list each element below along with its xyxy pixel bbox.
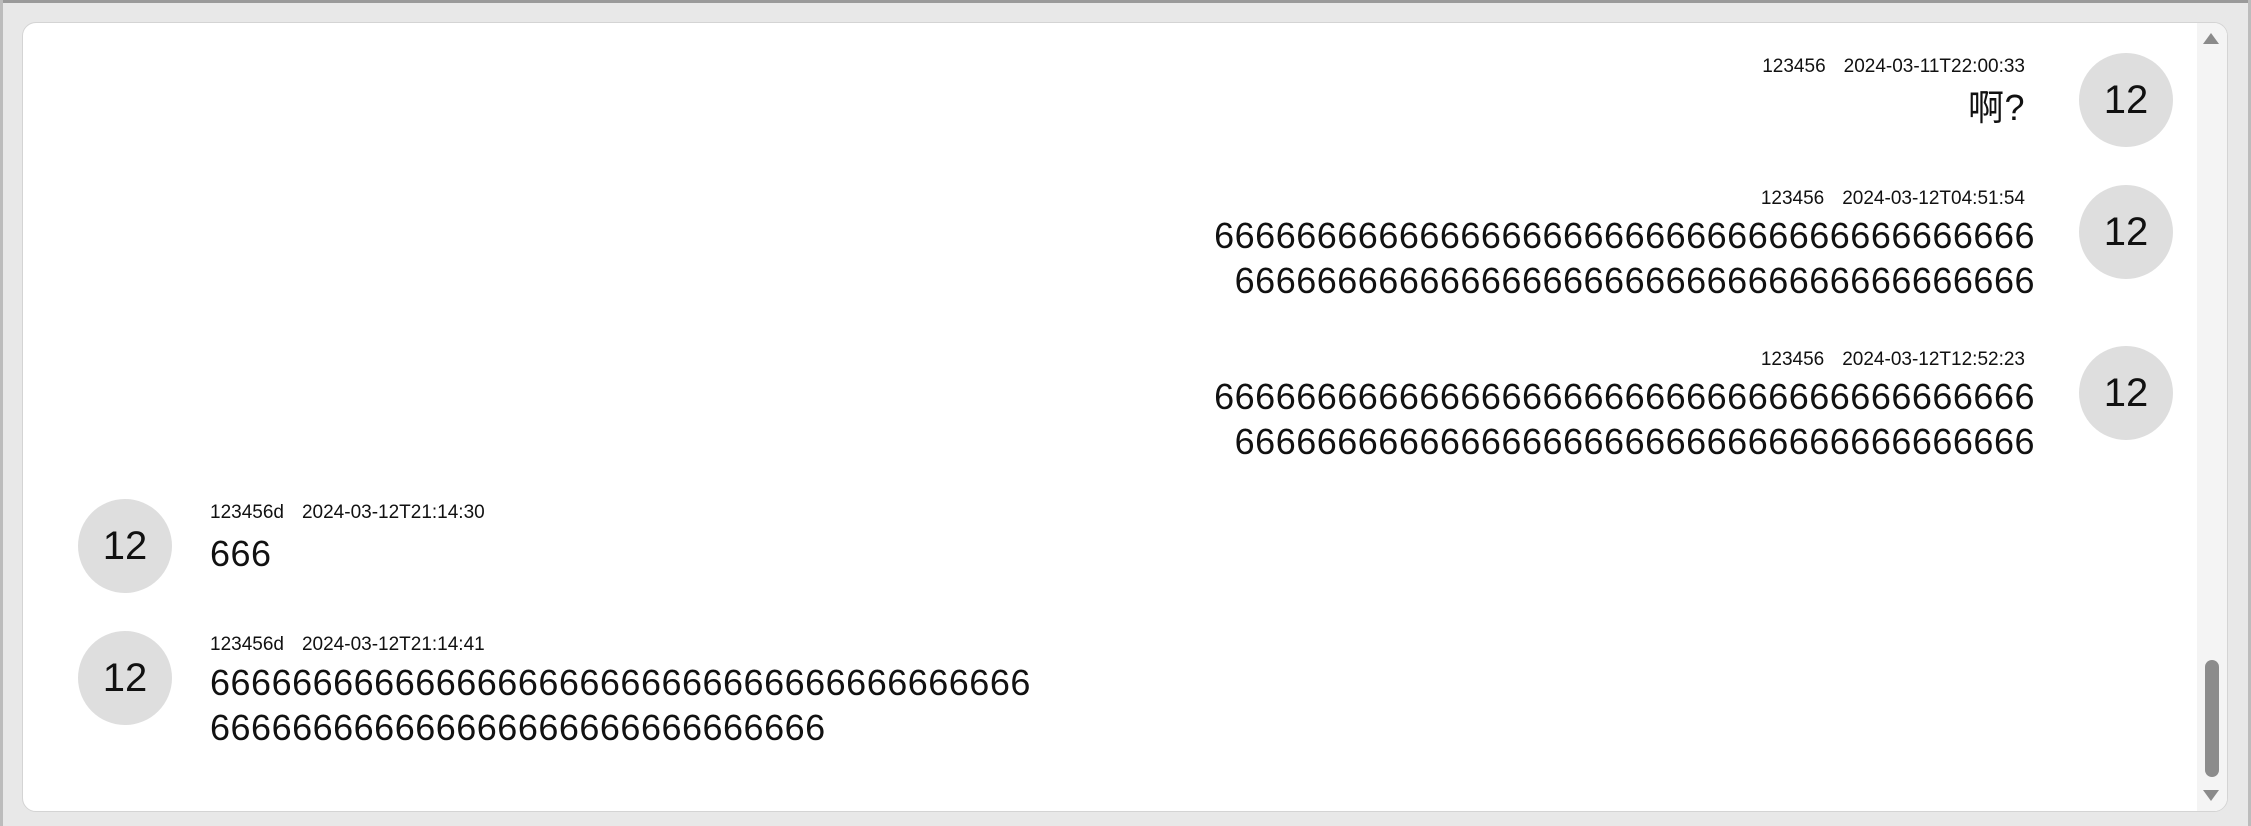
message-meta: 123456 2024-03-12T04:51:54 [1761,188,2025,210]
message-line: 啊? [1967,87,2025,128]
message-meta: 123456 2024-03-12T12:52:23 [1761,349,2025,371]
avatar[interactable]: 12 [78,631,172,725]
avatar[interactable]: 12 [78,499,172,593]
message-meta: 123456d 2024-03-12T21:14:30 [210,502,485,524]
message-timestamp: 2024-03-11T22:00:33 [1843,56,2025,77]
window-left-border [0,0,3,826]
message-line: 6666666666666666666666666666666666666666 [210,662,1031,703]
chat-message: 12 123456 2024-03-12T12:52:23 66666666666… [1123,336,2173,466]
chat-message: 12 123456 2024-03-12T04:51:54 66666666666… [1123,175,2173,305]
chat-message-panel[interactable]: 12 123456 2024-03-11T22:00:33 啊? 12 12345… [22,22,2228,812]
message-text: 6666666666666666666666666666666666666666… [1214,374,2035,464]
chat-message: 12 123456 2024-03-11T22:00:33 啊? [1123,43,2173,147]
message-line: 6666666666666666666666666666666666666666 [1214,376,2035,417]
message-line: 666666666666666666666666666666 [210,707,826,748]
message-username: 123456d [210,634,284,655]
message-text: 666 [210,531,272,576]
chat-message: 12 123456d 2024-03-12T21:14:41 6666666666… [78,631,1178,761]
message-meta: 123456d 2024-03-12T21:14:41 [210,634,485,656]
message-username: 123456 [1762,56,1826,77]
message-line: 666666666666666666666666666666666666666 [1234,421,2035,462]
message-timestamp: 2024-03-12T21:14:41 [301,634,485,655]
vertical-scrollbar[interactable] [2197,23,2227,811]
message-timestamp: 2024-03-12T21:14:30 [301,502,485,523]
avatar[interactable]: 12 [2079,346,2173,440]
message-username: 123456 [1760,188,1825,209]
message-text: 6666666666666666666666666666666666666666… [210,660,1031,750]
message-timestamp: 2024-03-12T04:51:54 [1842,188,2025,209]
scroll-down-arrow-icon[interactable] [2203,790,2219,801]
avatar[interactable]: 12 [2079,185,2173,279]
message-line: 666666666666666666666666666666666666666 [1234,260,2035,301]
message-line: 6666666666666666666666666666666666666666 [1214,215,2035,256]
message-text: 啊? [1968,85,2025,130]
message-username: 123456d [210,502,284,523]
scroll-up-arrow-icon[interactable] [2203,33,2219,44]
chat-message: 12 123456d 2024-03-12T21:14:30 666 [78,499,1078,599]
message-line: 666 [210,533,272,574]
message-timestamp: 2024-03-12T12:52:23 [1842,349,2025,370]
message-text: 6666666666666666666666666666666666666666… [1214,213,2035,303]
avatar[interactable]: 12 [2079,53,2173,147]
message-username: 123456 [1760,349,1825,370]
scrollbar-thumb[interactable] [2205,660,2219,777]
window-top-border [0,0,2251,3]
message-meta: 123456 2024-03-11T22:00:33 [1762,56,2025,78]
